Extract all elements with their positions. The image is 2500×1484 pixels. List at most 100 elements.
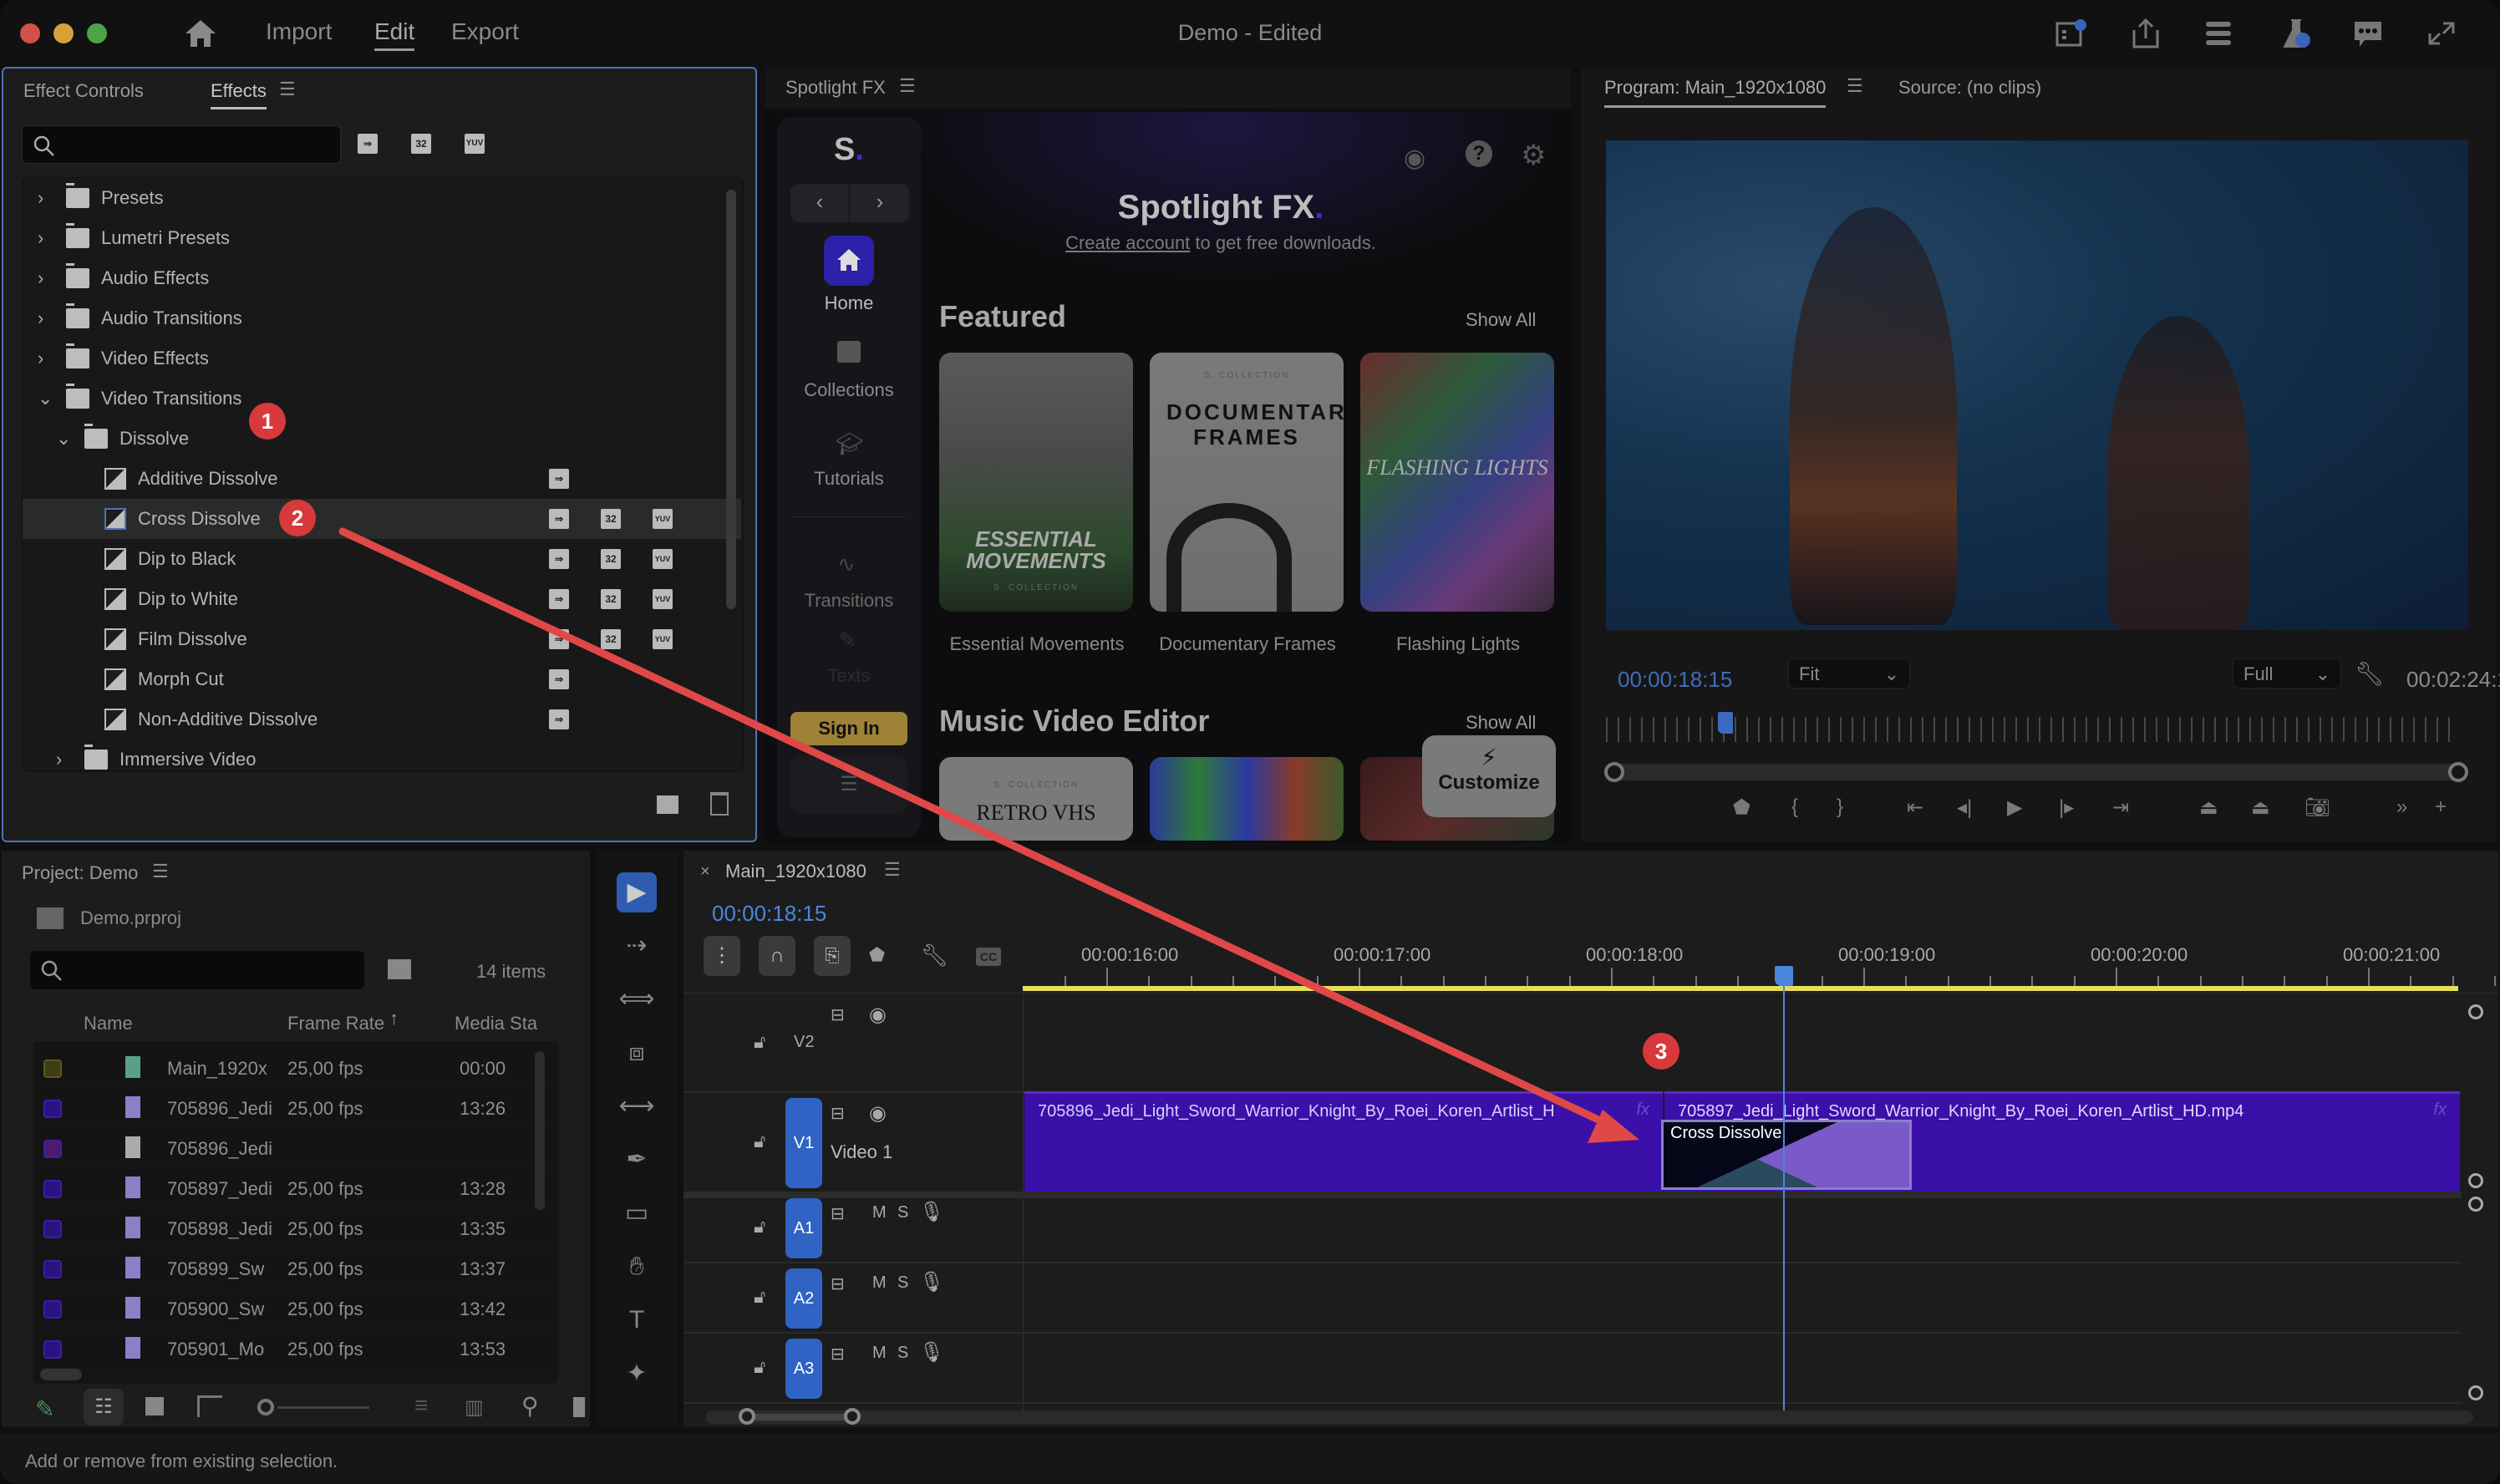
accelerated-filter-icon[interactable]: ⇒: [358, 134, 378, 154]
nav-home-label[interactable]: Home: [799, 292, 899, 314]
add-marker-icon[interactable]: ⬟: [869, 944, 885, 966]
automate-to-sequence-icon[interactable]: ▥: [465, 1395, 484, 1420]
effects-tree-item[interactable]: Dip to Black ⇒ 32 YUV: [23, 539, 741, 579]
effects-tree-item[interactable]: Additive Dissolve ⇒: [23, 459, 741, 499]
track-lock-icon[interactable]: 🔓︎: [754, 1356, 765, 1378]
solo-track-button[interactable]: S: [897, 1273, 908, 1293]
nav-home-button[interactable]: [824, 236, 874, 286]
new-bin-icon[interactable]: [573, 1397, 585, 1417]
extract-icon[interactable]: ⏏: [2251, 795, 2270, 820]
step-back-icon[interactable]: ◂|: [1957, 795, 1972, 820]
project-item-row[interactable]: 705898_Jedi 25,00 fps 13:35: [33, 1208, 551, 1248]
type-tool-icon[interactable]: T: [617, 1300, 657, 1340]
track-select-forward-tool-icon[interactable]: ⇢: [617, 926, 657, 966]
pencil-icon[interactable]: ✎: [35, 1395, 54, 1423]
new-bin-icon[interactable]: [657, 795, 678, 814]
add-marker-icon[interactable]: ⬟: [1733, 795, 1751, 820]
column-frame-rate[interactable]: Frame Rate: [287, 1013, 384, 1034]
tab-program-monitor[interactable]: Program: Main_1920x1080: [1604, 77, 1827, 108]
zoom-slider-track[interactable]: [277, 1406, 369, 1409]
chevron-down-icon[interactable]: ⌄: [38, 388, 53, 409]
featured-card-flashing-lights[interactable]: FLASHING LIGHTS: [1360, 353, 1554, 612]
label-color-swatch[interactable]: [43, 1140, 62, 1158]
effects-tree-item[interactable]: › Video Effects: [23, 338, 741, 379]
tab-sequence[interactable]: Main_1920x1080: [725, 861, 866, 882]
effects-tree-item[interactable]: Film Dissolve ⇒ 32 YUV: [23, 619, 741, 659]
sync-lock-icon[interactable]: ⊟: [831, 1344, 845, 1365]
track-lock-icon[interactable]: 🔓︎: [754, 1131, 765, 1152]
beta-lab-icon[interactable]: [2279, 17, 2313, 50]
step-forward-icon[interactable]: |▸: [2059, 795, 2074, 820]
delete-icon[interactable]: [710, 792, 729, 816]
project-search-input[interactable]: [30, 951, 364, 989]
v-scroll-handle-top[interactable]: [2468, 1004, 2483, 1019]
featured-card-essential-movements[interactable]: ESSENTIAL MOVEMENTS S. COLLECTION: [939, 353, 1133, 612]
toggle-output-eye-icon[interactable]: ◉: [869, 1101, 887, 1126]
work-area-bar[interactable]: [1023, 986, 2458, 991]
project-scrollbar[interactable]: [535, 1051, 545, 1210]
label-color-swatch[interactable]: [43, 1100, 62, 1118]
mute-track-button[interactable]: M: [872, 1203, 887, 1222]
nest-toggle-icon[interactable]: ⋮: [704, 936, 740, 976]
effects-tree-item[interactable]: › Audio Effects: [23, 258, 741, 298]
icon-view-button[interactable]: [145, 1397, 164, 1415]
effects-tree-item[interactable]: Morph Cut ⇒: [23, 659, 741, 699]
music-card-2[interactable]: [1150, 757, 1344, 841]
music-card-retro-vhs[interactable]: RETRO VHS S. COLLECTION: [939, 757, 1133, 841]
tab-project[interactable]: Project: Demo: [22, 862, 138, 884]
track-target-toggle[interactable]: V1: [785, 1098, 822, 1188]
project-item-row[interactable]: Main_1920x 25,00 fps 00:00: [33, 1048, 551, 1088]
sync-lock-icon[interactable]: ⊟: [831, 1103, 845, 1124]
track-target-toggle[interactable]: A3: [785, 1339, 822, 1399]
ripple-edit-tool-icon[interactable]: ⟺: [617, 979, 657, 1019]
solo-track-button[interactable]: S: [897, 1344, 908, 1363]
add-icon[interactable]: +: [2435, 795, 2447, 819]
panel-menu-icon[interactable]: ☰: [884, 859, 901, 881]
a-scroll-handle-top[interactable]: [2468, 1197, 2483, 1212]
timeline-playhead-line[interactable]: [1783, 976, 1785, 1410]
monitor-playhead[interactable]: [1718, 712, 1733, 734]
sort-ascending-icon[interactable]: ↑: [389, 1008, 399, 1029]
rectangle-tool-icon[interactable]: ▭: [617, 1193, 657, 1233]
effects-tree-item[interactable]: › Immersive Video: [23, 739, 741, 771]
quick-export-panel-icon[interactable]: [2054, 17, 2087, 50]
chevron-right-icon[interactable]: ›: [38, 307, 43, 329]
32bit-filter-icon[interactable]: 32: [411, 134, 431, 154]
sync-lock-icon[interactable]: ⊟: [831, 1004, 845, 1025]
featured-card-documentary-frames[interactable]: DOCUMENTARY FRAMES S. COLLECTION: [1150, 353, 1344, 612]
tab-source-monitor[interactable]: Source: (no clips): [1898, 77, 2041, 99]
track-lock-icon[interactable]: 🔓︎: [754, 1286, 765, 1308]
mark-out-icon[interactable]: }: [1837, 795, 1843, 819]
effects-tree-item[interactable]: ⌄ Dissolve: [23, 419, 741, 459]
column-name[interactable]: Name: [84, 1013, 133, 1034]
project-item-row[interactable]: 705900_Sw 25,00 fps 13:42: [33, 1288, 551, 1329]
go-to-in-icon[interactable]: ⇤: [1907, 795, 1923, 820]
selection-tool-icon[interactable]: ▶: [617, 872, 657, 912]
label-color-swatch[interactable]: [43, 1220, 62, 1238]
play-icon[interactable]: ▶: [2007, 795, 2022, 820]
share-icon[interactable]: [2129, 17, 2162, 50]
settings-gear-icon[interactable]: ⚙: [1521, 139, 1546, 172]
effects-tree-item[interactable]: › Presets: [23, 178, 741, 218]
effects-tree-item[interactable]: Non-Additive Dissolve ⇒: [23, 699, 741, 739]
settings-wrench-icon[interactable]: 🔧︎: [2355, 660, 2385, 688]
slip-tool-icon[interactable]: ⟷: [617, 1086, 657, 1126]
timeline-h-scrollbar[interactable]: [705, 1408, 2473, 1425]
zoom-slider-handle[interactable]: [257, 1399, 274, 1415]
texts-icon[interactable]: ✎: [839, 628, 856, 653]
effects-tree-item[interactable]: › Audio Transitions: [23, 298, 741, 338]
effects-tree-item[interactable]: › Lumetri Presets: [23, 218, 741, 258]
create-account-link[interactable]: Create account: [1065, 232, 1190, 253]
razor-tool-icon[interactable]: ⧈: [617, 1033, 657, 1073]
generative-extend-tool-icon[interactable]: ✦: [617, 1354, 657, 1394]
tab-spotlight-fx[interactable]: Spotlight FX: [785, 77, 886, 99]
label-color-swatch[interactable]: [43, 1340, 62, 1359]
voiceover-mic-icon[interactable]: 🎙︎: [919, 1200, 944, 1224]
effects-tree-item[interactable]: Cross Dissolve ⇒ 32 YUV: [23, 499, 741, 539]
chevron-down-icon[interactable]: ⌄: [56, 428, 71, 450]
timeline-ruler[interactable]: 00:00:16:00 00:00:17:00 00:00:18:00 00:00:1…: [1023, 851, 2498, 993]
export-frame-icon[interactable]: 📷︎: [2304, 795, 2330, 820]
effects-tree-item[interactable]: Dip to White ⇒ 32 YUV: [23, 579, 741, 619]
tutorials-icon[interactable]: 🎓︎: [836, 431, 863, 457]
panel-menu-icon[interactable]: ☰: [1847, 75, 1863, 97]
